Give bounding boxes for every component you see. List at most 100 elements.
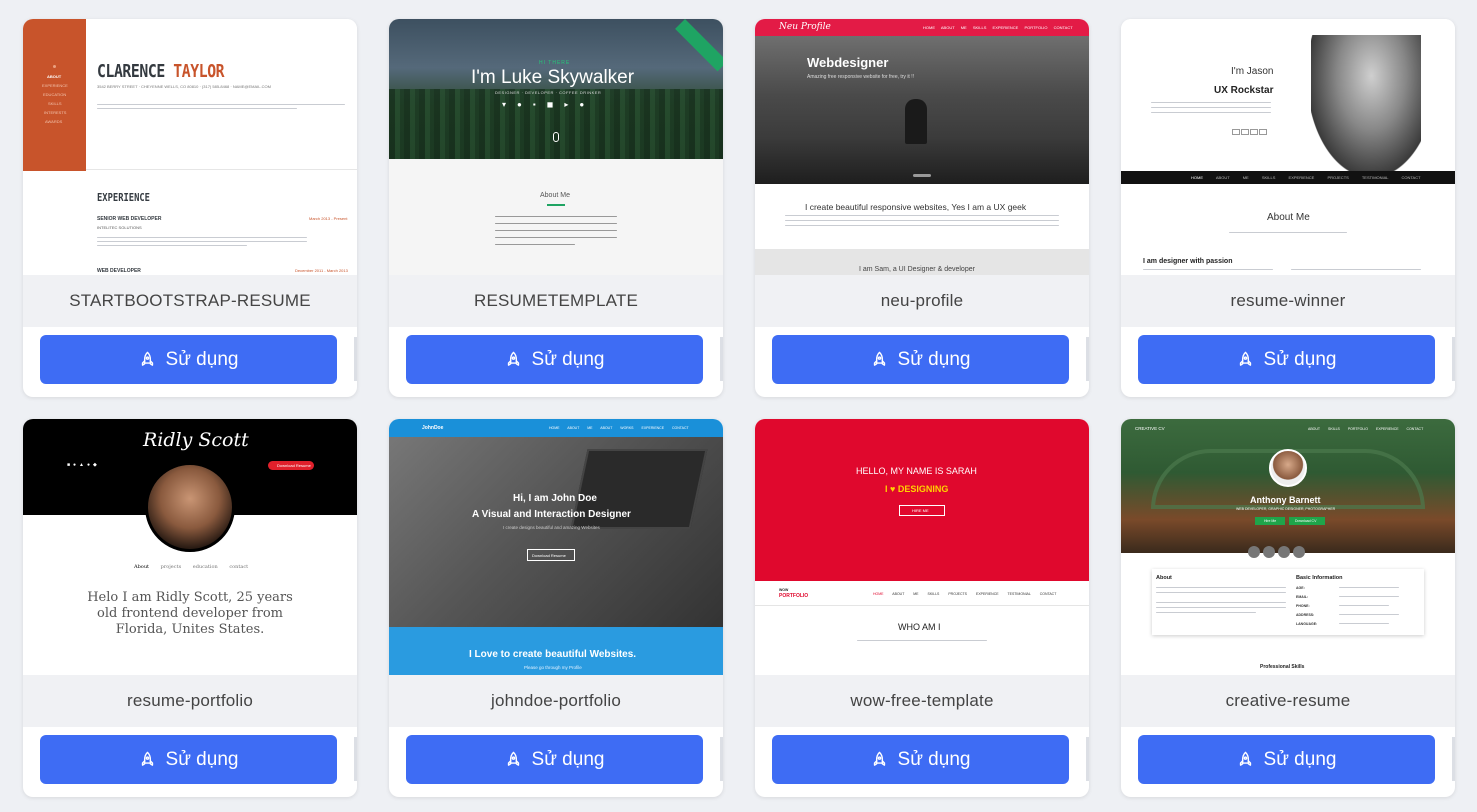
rocket-icon [873, 351, 885, 366]
preview-subheading: I am designer with passion [1143, 258, 1233, 265]
preview-tagline: I ♥ DESIGNING [885, 484, 949, 494]
rocket-icon [507, 751, 519, 766]
use-template-label: Sử dụng [531, 748, 605, 770]
use-template-button[interactable]: Sử dụng [406, 735, 703, 784]
use-template-button[interactable]: Sử dụng [40, 335, 337, 384]
preview-section-title: Basic Information [1296, 575, 1343, 581]
preview-cta-label: HIRE ME [912, 508, 929, 513]
preview-nav-item: EXPERIENCE [42, 83, 68, 88]
template-name: resume-portfolio [126, 691, 254, 710]
preview-logo: PORTFOLIO [779, 593, 809, 599]
card-edge [354, 737, 357, 781]
preview-footer-text: I am Sam, a UI Designer & developer [859, 266, 975, 273]
template-preview[interactable]: CREATIVE CV ABOUT SKILLS PORTFOLIO EXPER… [1121, 419, 1455, 675]
card-edge [1452, 737, 1455, 781]
preview-heading: CLARENCE TAYLOR [97, 61, 225, 82]
preview-heading: Anthony Barnett [1250, 495, 1321, 505]
template-preview[interactable]: HI THERE I'm Luke Skywalker DESIGNER · D… [389, 19, 723, 275]
template-card: Ridly Scott ■●▲●◆ Download Resume About … [23, 419, 357, 797]
template-name: wow-free-template [850, 691, 994, 710]
preview-heading: Webdesigner [807, 55, 889, 70]
preview-section-title: About [1156, 575, 1172, 581]
preview-banner-title: I Love to create beautiful Websites. [469, 649, 637, 660]
card-edge [720, 737, 723, 781]
preview-section-title: About Me [540, 192, 570, 199]
preview-nav: HOME ABOUT ME SKILLS EXPERIENCE PROJECTS… [1191, 175, 1421, 180]
preview-info-key: ADDRESS: [1296, 613, 1315, 617]
preview-info-key: PHONE: [1296, 604, 1310, 608]
preview-nav-item: AWARDS [45, 119, 63, 124]
preview-heading: Hi, I am John Doe [513, 493, 597, 504]
card-edge [1086, 737, 1089, 781]
template-preview[interactable]: HELLO, MY NAME IS SARAH I ♥ DESIGNING HI… [755, 419, 1089, 675]
template-name-bar: RESUMETEMPLATE [389, 275, 723, 327]
use-template-button[interactable]: Sử dụng [40, 735, 337, 784]
template-name-bar: johndoe-portfolio [389, 675, 723, 727]
template-name: resume-winner [1230, 291, 1346, 310]
rocket-icon [1239, 751, 1251, 766]
preview-nav-item: EDUCATION [43, 92, 67, 97]
preview-nav-item: INTERESTS [44, 110, 67, 115]
template-card: I'm Jason UX Rockstar HOME ABOUT ME SKIL… [1121, 19, 1455, 397]
use-template-button[interactable]: Sử dụng [406, 335, 703, 384]
template-card: HI THERE I'm Luke Skywalker DESIGNER · D… [389, 19, 723, 397]
preview-portrait [1311, 35, 1421, 171]
template-preview[interactable]: I'm Jason UX Rockstar HOME ABOUT ME SKIL… [1121, 19, 1455, 275]
preview-greeting: HI THERE [539, 60, 571, 66]
preview-cta-label: Download Resume [277, 463, 311, 468]
preview-heading: I'm Luke Skywalker [471, 67, 635, 88]
use-template-button[interactable]: Sử dụng [1138, 735, 1435, 784]
preview-cta-label: Download Resume [532, 553, 566, 558]
template-name-bar: resume-portfolio [23, 675, 357, 727]
use-template-label: Sử dụng [897, 348, 971, 370]
preview-nav: HOME ABOUT ME ABOUT WORKS EXPERIENCE CON… [549, 426, 689, 430]
preview-subheading: WEB DEVELOPER, GRAPHIC DESIGNER, PHOTOGR… [1236, 507, 1336, 511]
preview-info-key: EMAIL: [1296, 595, 1309, 599]
use-template-label: Sử dụng [1263, 748, 1337, 770]
template-preview[interactable]: JohnDoe HOME ABOUT ME ABOUT WORKS EXPERI… [389, 419, 723, 675]
template-preview[interactable]: ABOUT EXPERIENCE EDUCATION SKILLS INTERE… [23, 19, 357, 275]
template-preview[interactable]: Neu Profile HOME ABOUT ME SKILLS EXPERIE… [755, 19, 1089, 275]
preview-nav-item: ABOUT [47, 74, 62, 79]
template-name-bar: resume-winner [1121, 275, 1455, 327]
template-card: ABOUT EXPERIENCE EDUCATION SKILLS INTERE… [23, 19, 357, 397]
scroll-icon [553, 132, 559, 142]
preview-info-key: LANGUAGE: [1296, 622, 1318, 626]
template-card: CREATIVE CV ABOUT SKILLS PORTFOLIO EXPER… [1121, 419, 1455, 797]
preview-social-icons: ▾●▪◼▸● [502, 100, 596, 109]
preview-job-date: March 2013 - Present [309, 216, 348, 221]
rocket-icon [1239, 351, 1251, 366]
template-name: creative-resume [1225, 691, 1351, 710]
template-name-bar: STARTBOOTSTRAP-RESUME [23, 275, 357, 327]
template-name-bar: creative-resume [1121, 675, 1455, 727]
preview-section-title: WHO AM I [898, 622, 941, 632]
preview-intro: Helo I am Ridly Scott, 25 years old fron… [87, 590, 293, 637]
card-edge [354, 337, 357, 381]
preview-job-title: SENIOR WEB DEVELOPER [97, 216, 162, 222]
card-edge [1452, 337, 1455, 381]
preview-contact: 3542 BERRY STREET · CHEYENNE WELLS, CO 8… [97, 84, 271, 89]
preview-hero [755, 419, 1089, 581]
use-template-button[interactable]: Sử dụng [772, 335, 1069, 384]
preview-job-title: WEB DEVELOPER [97, 268, 141, 274]
preview-banner-sub: Please go through my Profile [524, 665, 582, 670]
template-name-bar: neu-profile [755, 275, 1089, 327]
template-card: Neu Profile HOME ABOUT ME SKILLS EXPERIE… [755, 19, 1089, 397]
card-edge [720, 337, 723, 381]
preview-avatar [1269, 449, 1307, 487]
use-template-button[interactable]: Sử dụng [1138, 335, 1435, 384]
use-template-label: Sử dụng [897, 748, 971, 770]
preview-greeting: I'm Jason [1231, 66, 1274, 77]
template-preview[interactable]: Ridly Scott ■●▲●◆ Download Resume About … [23, 419, 357, 675]
preview-info-key: AGE: [1296, 586, 1305, 590]
preview-heading: UX Rockstar [1214, 85, 1274, 96]
preview-subheading: Amazing free responsive website for free… [807, 74, 914, 80]
heart-icon: ♥ [890, 484, 896, 494]
preview-signature: Ridly Scott [143, 429, 249, 451]
preview-section-title: Professional Skills [1260, 664, 1305, 670]
preview-nav: HOME ABOUT ME SKILLS PROJECTS EXPERIENCE… [873, 592, 1057, 596]
preview-nav: HOME ABOUT ME SKILLS EXPERIENCE PORTFOLI… [923, 25, 1073, 30]
template-name-bar: wow-free-template [755, 675, 1089, 727]
use-template-button[interactable]: Sử dụng [772, 735, 1069, 784]
template-card: HELLO, MY NAME IS SARAH I ♥ DESIGNING HI… [755, 419, 1089, 797]
